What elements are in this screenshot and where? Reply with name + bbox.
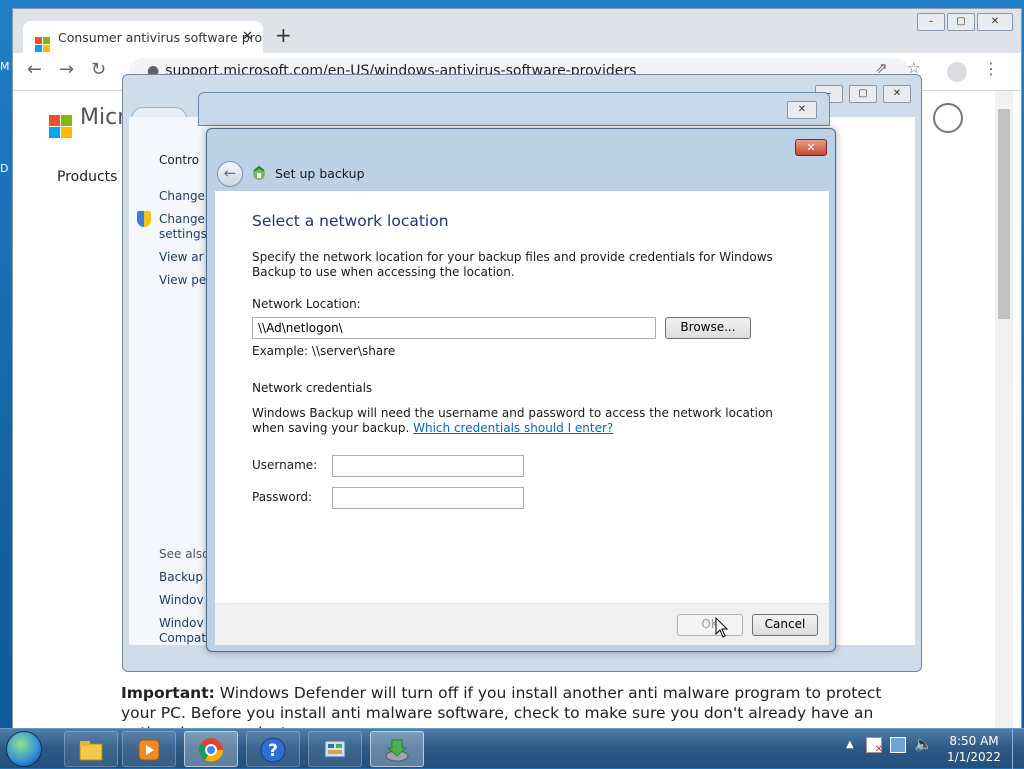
taskbar-explorer[interactable] xyxy=(64,731,118,767)
description-text: Specify the network location for your ba… xyxy=(252,250,773,279)
folder-icon xyxy=(79,741,103,761)
clock-time: 8:50 AM xyxy=(949,734,999,748)
microsoft-logo-icon xyxy=(49,115,72,138)
help-icon: ? xyxy=(260,737,286,763)
account-icon[interactable] xyxy=(933,103,963,133)
close-button[interactable]: ✕ xyxy=(883,85,911,103)
page-heading: Select a network location xyxy=(252,212,449,230)
reload-icon[interactable]: ↻ xyxy=(91,59,106,80)
taskbar-backup[interactable] xyxy=(370,731,424,767)
dialog-footer: OK Cancel xyxy=(215,603,829,645)
microsoft-logo-icon xyxy=(35,37,50,52)
dialog-title: Set up backup xyxy=(275,166,365,181)
sidebar-item[interactable]: Change xyxy=(159,212,205,226)
see-also-item[interactable]: Compati xyxy=(159,631,209,645)
credentials-heading: Network credentials xyxy=(252,381,373,395)
setup-backup-dialog: ✕ ← Set up backup Select a network locat… xyxy=(206,128,836,652)
clock-date: 1/1/2022 xyxy=(947,750,1001,764)
volume-icon[interactable]: 🔈 xyxy=(914,735,933,753)
system-tray: ▲ ✕ 🔈 xyxy=(842,735,942,763)
see-also-item[interactable]: Windov xyxy=(159,616,204,630)
profile-icon[interactable] xyxy=(947,62,967,82)
control-panel-sidebar: Contro Change Change settings View ar Vi… xyxy=(129,117,211,645)
cancel-button[interactable]: Cancel xyxy=(752,614,818,636)
network-location-input[interactable]: \\Ad\netlogon\ xyxy=(252,317,656,339)
taskbar-media-player[interactable] xyxy=(122,731,176,767)
start-button[interactable] xyxy=(6,731,42,767)
username-label: Username: xyxy=(252,458,318,472)
taskbar-help[interactable]: ? xyxy=(246,731,300,767)
important-text: Windows Defender will turn off if you in… xyxy=(121,684,882,729)
tab-close-icon[interactable]: ✕ xyxy=(242,29,253,44)
browse-button[interactable]: Browse... xyxy=(665,317,751,339)
sidebar-item[interactable]: Contro xyxy=(159,153,199,167)
ok-button[interactable]: OK xyxy=(677,614,743,636)
dialog-close-button[interactable]: ✕ xyxy=(795,139,827,156)
forward-icon[interactable]: → xyxy=(59,59,74,80)
backup-icon xyxy=(385,739,409,762)
password-input[interactable] xyxy=(332,487,524,509)
credentials-help-link[interactable]: Which credentials should I enter? xyxy=(413,421,613,435)
backup-icon xyxy=(251,165,267,181)
show-desktop-button[interactable] xyxy=(1012,729,1024,769)
important-paragraph: Important: Windows Defender will turn of… xyxy=(121,683,901,729)
maximize-button[interactable]: ▢ xyxy=(849,85,877,103)
taskbar-control-panel[interactable] xyxy=(308,731,362,767)
media-player-icon xyxy=(138,739,160,761)
sidebar-item[interactable]: settings xyxy=(159,227,207,241)
clock[interactable]: 8:50 AM 1/1/2022 xyxy=(944,733,1004,765)
tab-title: Consumer antivirus software pro xyxy=(58,30,263,45)
desktop-icon-label[interactable]: D xyxy=(0,162,12,175)
dialog-body: Select a network location Specify the ne… xyxy=(215,191,829,603)
mouse-cursor-icon xyxy=(715,617,729,638)
see-also-item[interactable]: Windov xyxy=(159,593,204,607)
show-hidden-icons-icon[interactable]: ▲ xyxy=(846,739,854,750)
minimize-button[interactable]: – xyxy=(917,13,945,31)
network-location-label: Network Location: xyxy=(252,297,361,311)
taskbar: ? ▲ ✕ 🔈 8:50 AM 1/1/2022 xyxy=(0,728,1024,769)
chrome-icon xyxy=(199,738,223,762)
close-button[interactable]: ✕ xyxy=(787,101,817,119)
network-icon[interactable] xyxy=(890,737,906,753)
shield-icon xyxy=(137,211,151,227)
browser-tab[interactable]: Consumer antivirus software pro ✕ xyxy=(23,21,263,53)
password-label: Password: xyxy=(252,490,313,504)
sidebar-item[interactable]: Change xyxy=(159,189,205,203)
example-text: Example: \\server\share xyxy=(252,344,396,358)
page-scrollbar[interactable] xyxy=(995,91,1013,729)
taskbar-chrome[interactable] xyxy=(184,731,238,767)
credentials-text: Windows Backup will need the username an… xyxy=(252,406,773,435)
scrollbar-thumb[interactable] xyxy=(998,109,1010,319)
dialog-header: ← Set up backup xyxy=(215,159,829,189)
see-also-label: See also xyxy=(159,547,210,561)
back-icon[interactable]: ← xyxy=(27,59,42,80)
action-center-icon[interactable]: ✕ xyxy=(866,737,883,755)
control-panel-icon xyxy=(324,740,346,758)
username-input[interactable] xyxy=(332,455,524,477)
see-also-item[interactable]: Backup xyxy=(159,570,203,584)
backup-restore-window: ✕ xyxy=(198,92,830,126)
maximize-button[interactable]: ▢ xyxy=(947,13,975,31)
important-label: Important: xyxy=(121,684,215,702)
desktop-icon-label[interactable]: M xyxy=(0,60,12,73)
menu-icon[interactable]: ⋮ xyxy=(983,59,999,78)
close-button[interactable]: ✕ xyxy=(977,13,1013,31)
back-button[interactable]: ← xyxy=(217,161,243,187)
sidebar-item[interactable]: View ar xyxy=(159,250,204,264)
new-tab-button[interactable]: + xyxy=(275,23,292,47)
svg-text:?: ? xyxy=(268,741,278,761)
sidebar-item[interactable]: View pe xyxy=(159,273,206,287)
tab-strip: Consumer antivirus software pro ✕ + – ▢ … xyxy=(13,9,1021,53)
